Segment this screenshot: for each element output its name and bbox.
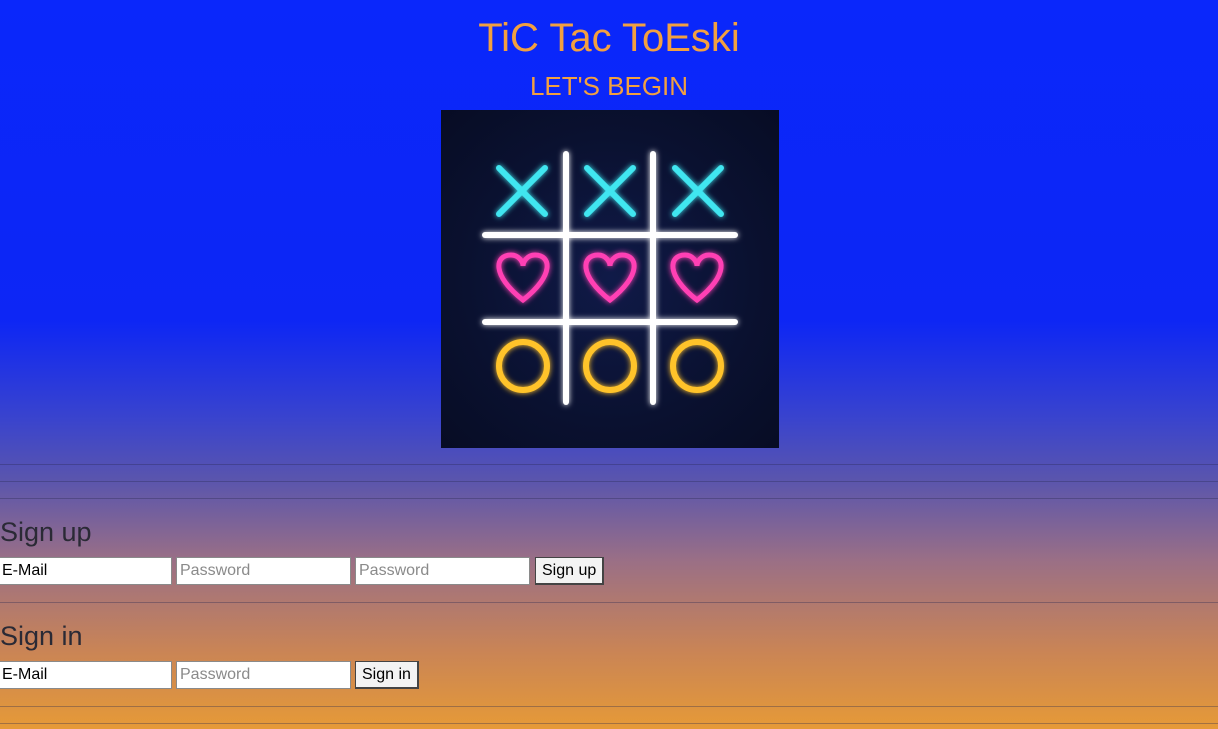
page-subtitle: LET'S BEGIN xyxy=(529,71,689,101)
signin-heading: Sign in xyxy=(0,621,83,651)
divider xyxy=(0,602,1218,603)
x-icon xyxy=(496,165,548,217)
signin-password-input[interactable] xyxy=(176,661,351,689)
x-icon xyxy=(584,165,636,217)
signup-email-input[interactable] xyxy=(0,557,172,585)
o-icon xyxy=(496,339,550,393)
divider xyxy=(0,464,1218,465)
signup-heading: Sign up xyxy=(0,517,92,547)
heart-icon xyxy=(583,252,637,304)
o-icon xyxy=(670,339,724,393)
signup-confirm-password-input[interactable] xyxy=(355,557,530,585)
signin-button[interactable]: Sign in xyxy=(355,661,419,689)
tic-tac-toe-board-image xyxy=(441,110,779,448)
divider xyxy=(0,723,1218,724)
page-title: TiC Tac ToEski xyxy=(478,16,740,60)
divider xyxy=(0,498,1218,499)
signup-button[interactable]: Sign up xyxy=(535,557,605,585)
divider xyxy=(0,706,1218,707)
heart-icon xyxy=(496,252,550,304)
signup-password-input[interactable] xyxy=(176,557,351,585)
heart-icon xyxy=(670,252,724,304)
x-icon xyxy=(672,165,724,217)
signin-email-input[interactable] xyxy=(0,661,172,689)
divider xyxy=(0,481,1218,482)
o-icon xyxy=(583,339,637,393)
